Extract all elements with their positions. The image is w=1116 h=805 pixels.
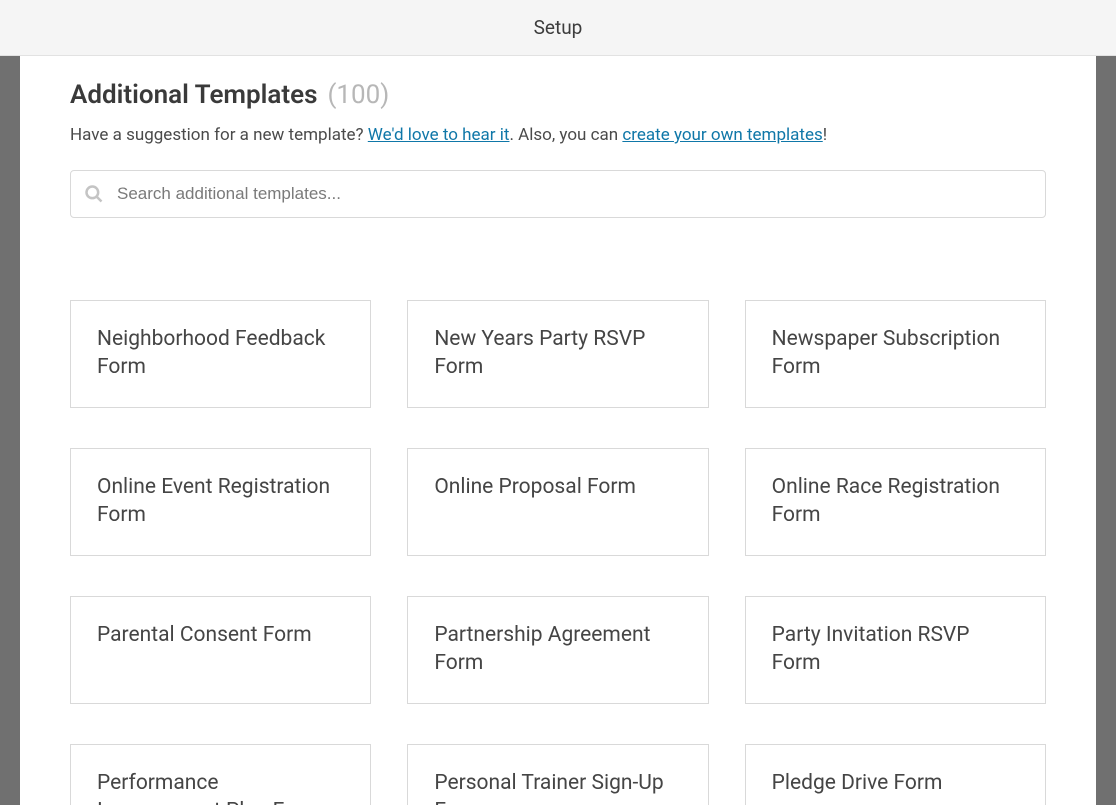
template-card[interactable]: Newspaper Subscription Form xyxy=(745,300,1046,408)
page-heading: Additional Templates (100) xyxy=(70,80,1046,110)
search-wrap xyxy=(70,170,1046,218)
template-card[interactable]: Performance Improvement Plan Form xyxy=(70,744,371,805)
template-card[interactable]: Online Event Registration Form xyxy=(70,448,371,556)
template-card-title: New Years Party RSVP Form xyxy=(434,325,681,382)
suggestion-link[interactable]: We'd love to hear it xyxy=(368,125,510,145)
template-card-title: Online Event Registration Form xyxy=(97,473,344,530)
template-card-title: Online Race Registration Form xyxy=(772,473,1019,530)
template-card[interactable]: Party Invitation RSVP Form xyxy=(745,596,1046,704)
outer-frame: Additional Templates (100) Have a sugges… xyxy=(0,56,1116,805)
template-card-title: Party Invitation RSVP Form xyxy=(772,621,1019,678)
template-card-title: Online Proposal Form xyxy=(434,473,636,501)
templates-scroll-area[interactable]: Neighborhood Feedback Form New Years Par… xyxy=(70,250,1062,805)
template-card-title: Performance Improvement Plan Form xyxy=(97,769,344,805)
template-card[interactable]: Online Proposal Form xyxy=(407,448,708,556)
subtext-mid: . Also, you can xyxy=(509,125,622,145)
subtext-suffix: ! xyxy=(823,125,827,145)
template-card-title: Pledge Drive Form xyxy=(772,769,943,797)
create-templates-link[interactable]: create your own templates xyxy=(622,125,822,145)
template-card-title: Neighborhood Feedback Form xyxy=(97,325,344,382)
templates-grid: Neighborhood Feedback Form New Years Par… xyxy=(70,300,1046,805)
template-card-title: Newspaper Subscription Form xyxy=(772,325,1019,382)
template-card[interactable]: Online Race Registration Form xyxy=(745,448,1046,556)
panel: Additional Templates (100) Have a sugges… xyxy=(20,56,1096,805)
heading-title: Additional Templates xyxy=(70,80,317,110)
subtext: Have a suggestion for a new template? We… xyxy=(70,124,1046,148)
template-card[interactable]: Neighborhood Feedback Form xyxy=(70,300,371,408)
template-card[interactable]: Partnership Agreement Form xyxy=(407,596,708,704)
content-header: Additional Templates (100) Have a sugges… xyxy=(20,56,1096,218)
search-input[interactable] xyxy=(70,170,1046,218)
template-card-title: Parental Consent Form xyxy=(97,621,312,649)
template-card[interactable]: Parental Consent Form xyxy=(70,596,371,704)
subtext-prefix: Have a suggestion for a new template? xyxy=(70,125,368,145)
topbar-title: Setup xyxy=(534,16,583,39)
template-card[interactable]: Personal Trainer Sign-Up Form xyxy=(407,744,708,805)
template-card[interactable]: New Years Party RSVP Form xyxy=(407,300,708,408)
topbar: Setup xyxy=(0,0,1116,56)
heading-count: (100) xyxy=(327,80,389,110)
template-card-title: Partnership Agreement Form xyxy=(434,621,681,678)
template-card-title: Personal Trainer Sign-Up Form xyxy=(434,769,681,805)
template-card[interactable]: Pledge Drive Form xyxy=(745,744,1046,805)
